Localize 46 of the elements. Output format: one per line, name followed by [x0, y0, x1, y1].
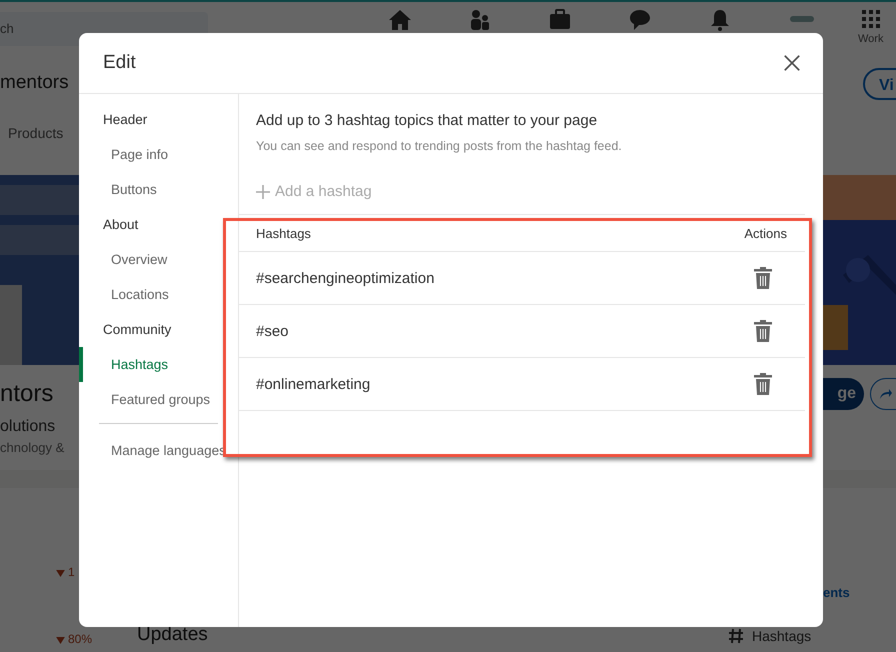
share-icon — [879, 388, 893, 400]
stat-change: 80% — [68, 632, 92, 646]
column-header: Actions — [744, 226, 787, 240]
add-hashtag-button[interactable]: Add a hashtag — [256, 183, 372, 200]
view-button[interactable]: Vi — [863, 68, 896, 100]
chat-icon[interactable] — [628, 8, 652, 32]
avatar-icon[interactable] — [790, 16, 814, 22]
nav-item[interactable]: Overview — [79, 248, 238, 283]
dialog-title: Edit — [103, 52, 136, 74]
updates-heading: Updates — [137, 624, 208, 646]
section-description: You can see and respond to trending posts from the hashtag feed. — [256, 139, 623, 153]
home-icon[interactable] — [388, 8, 412, 32]
nav-item[interactable]: Featured groups — [79, 388, 238, 423]
company-name: mentors — [0, 72, 69, 94]
stat-change: 1 — [68, 565, 75, 579]
products-tab[interactable]: Products — [8, 125, 64, 141]
apps-grid-icon[interactable] — [862, 10, 880, 28]
nav-section-heading: About — [102, 216, 140, 234]
plus-icon — [256, 184, 270, 198]
nav-item[interactable]: Buttons — [79, 178, 238, 213]
nav-item[interactable]: Locations — [79, 283, 238, 318]
column-header: Hashtags — [256, 226, 311, 240]
briefcase-icon[interactable] — [548, 8, 572, 32]
down-triangle-icon — [56, 570, 65, 577]
people-icon[interactable] — [468, 8, 492, 32]
work-menu[interactable]: Work — [858, 33, 884, 45]
trash-icon[interactable] — [754, 373, 772, 395]
table-cell: #searchengineoptimization — [256, 270, 434, 286]
close-icon[interactable] — [783, 54, 801, 72]
comments-link[interactable]: ents — [823, 585, 850, 600]
hashtags-link[interactable]: Hashtags — [728, 628, 812, 644]
down-triangle-icon — [56, 637, 65, 644]
nav-item[interactable]: Hashtags — [79, 347, 238, 382]
company-tagline: olutions — [0, 418, 56, 436]
nav-section-heading: Header — [102, 111, 148, 129]
section-heading: Add up to 3 hashtag topics that matter to your page — [256, 112, 598, 129]
table-cell: #onlinemarketing — [256, 376, 370, 392]
hashtag-icon — [728, 628, 744, 644]
nav-section-heading: Community — [102, 321, 172, 339]
trash-icon[interactable] — [754, 320, 772, 342]
nav-item[interactable]: Page info — [79, 143, 238, 178]
company-industry: chnology & — [0, 440, 64, 455]
trash-icon[interactable] — [754, 267, 772, 289]
nav-item[interactable]: Manage languages — [79, 439, 238, 474]
table-cell: #seo — [256, 322, 289, 340]
company-name: ntors — [0, 380, 54, 408]
